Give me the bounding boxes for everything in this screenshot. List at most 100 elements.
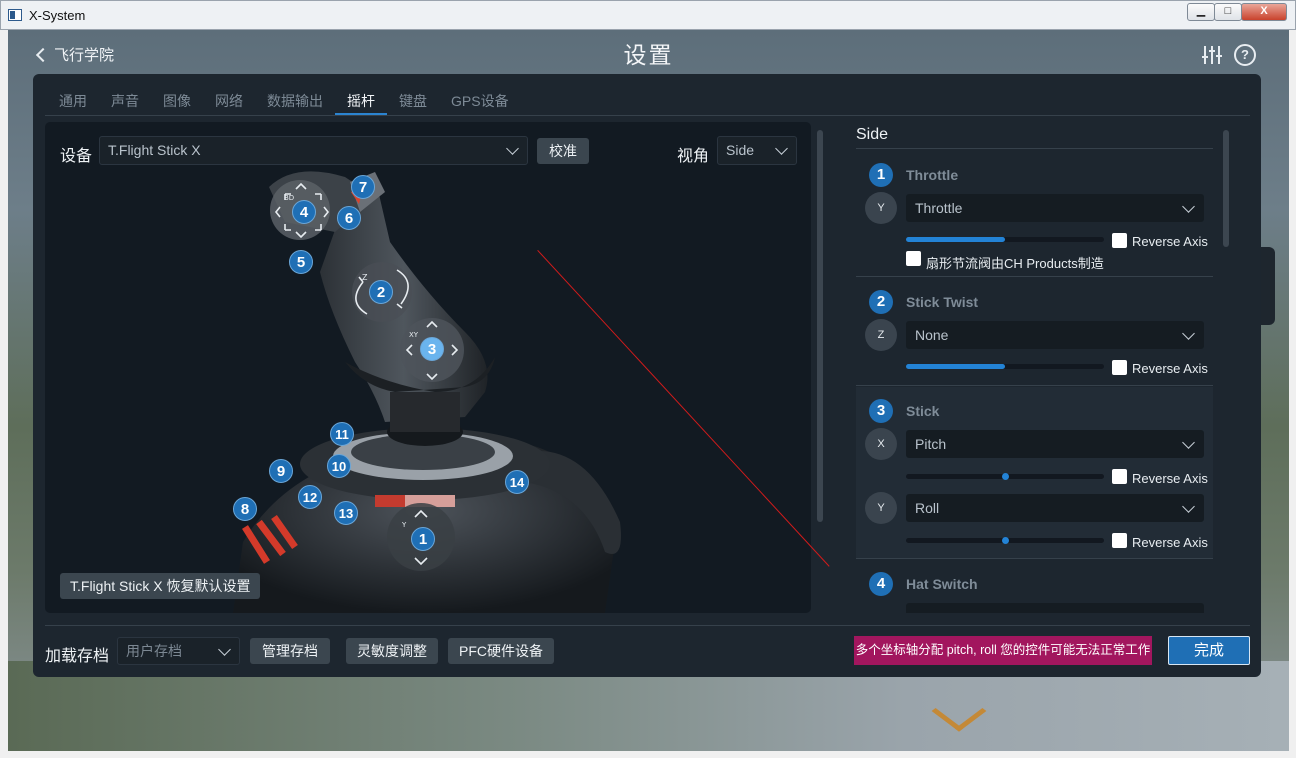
control-badge-6[interactable]: 6 [337,206,361,230]
twist-reverse-label: Reverse Axis [1132,361,1208,376]
stick-title: Stick [906,403,940,419]
tab-gps[interactable]: GPS设备 [439,91,521,116]
hat-select[interactable] [906,603,1204,613]
twist-select-value: None [915,327,949,343]
throttle-reverse-label: Reverse Axis [1132,234,1208,249]
twist-axis-icon: Z [865,319,897,351]
axis-panel-title: Side [856,126,889,143]
roll-select[interactable]: Roll [906,494,1204,522]
save-select-value: 用户存档 [126,643,182,659]
hat-title: Hat Switch [906,576,978,592]
warning-banner: 多个坐标轴分配 pitch, roll 您的控件可能无法正常工作 [854,636,1152,665]
control-badge-9[interactable]: 9 [269,459,293,483]
throttle-axis-glyph: Y [877,202,885,214]
control-badge-7[interactable]: 7 [351,175,375,199]
control-badge-11[interactable]: 11 [330,422,354,446]
control-badge-3[interactable]: 3 [420,337,444,361]
manage-saves-button[interactable]: 管理存档 [250,638,330,664]
hat-number: 4 [869,572,893,596]
pitch-select[interactable]: Pitch [906,430,1204,458]
roll-axis-indicator [1002,537,1009,544]
pitch-reverse-checkbox[interactable] [1112,469,1127,484]
control-badge-8[interactable]: 8 [233,497,257,521]
control-badge-5[interactable]: 5 [289,250,313,274]
page-title: 设置 [623,42,674,68]
control-badge-10[interactable]: 10 [327,454,351,478]
maximize-button[interactable]: □ [1214,3,1242,21]
tab-data-output[interactable]: 数据输出 [255,91,335,116]
header: 飞行学院 设置 ? [8,30,1289,74]
throttle-select[interactable]: Throttle [906,194,1204,222]
bd-glyph: BD [284,194,294,202]
chevron-down-icon [218,643,231,656]
side-panel-tab[interactable] [1261,247,1275,325]
stick-card: 3 Stick X Pitch Reverse Axis Y Roll Reve… [856,387,1213,559]
throttle-axis-fill [906,237,1005,242]
done-button[interactable]: 完成 [1168,636,1250,665]
tab-general[interactable]: 通用 [47,91,99,116]
tab-keyboard[interactable]: 键盘 [387,91,439,116]
tab-network[interactable]: 网络 [203,91,255,116]
twist-axis-glyph: Z [877,329,885,341]
roll-axis-icon: Y [865,492,897,524]
twist-number: 2 [869,290,893,314]
settings-panel: 通用 声音 图像 网络 数据输出 摇杆 键盘 GPS设备 设备 T.Flight… [33,74,1261,677]
window-title: X-System [29,8,86,23]
twist-select[interactable]: None [906,321,1204,349]
chevron-down-icon [1182,436,1195,449]
pitch-axis-bar [906,473,1104,480]
roll-reverse-checkbox[interactable] [1112,533,1127,548]
tab-joystick[interactable]: 摇杆 [335,91,387,116]
roll-select-value: Roll [915,500,940,516]
tab-sound[interactable]: 声音 [99,91,151,116]
viewer-scrollbar[interactable] [817,130,823,522]
axis-panel: Side 1 Throttle Y Throttle Reverse Axis [856,122,1219,613]
throttle-select-value: Throttle [915,200,963,216]
throttle-axis-bar [906,237,1104,242]
roll-axis-bar [906,537,1104,544]
axis-panel-scrollbar[interactable] [1223,130,1229,247]
close-button[interactable]: X [1241,3,1287,21]
pfc-hardware-button[interactable]: PFC硬件设备 [448,638,554,664]
twist-title: Stick Twist [906,294,979,310]
tab-bar: 通用 声音 图像 网络 数据输出 摇杆 键盘 GPS设备 [47,91,521,116]
tab-divider [45,115,1250,116]
app-root: 飞行学院 设置 ? 通用 声音 图像 网络 数据输出 摇杆 键盘 GPS设备 设… [8,30,1289,751]
control-badge-4[interactable]: 4 [292,200,316,224]
ch-products-checkbox[interactable] [906,251,921,266]
app-icon [8,9,22,21]
sliders-icon[interactable] [1201,44,1223,66]
chevron-down-icon [1182,327,1195,340]
hat-card: 4 Hat Switch [856,560,1213,613]
twist-axis-fill [906,364,1005,369]
control-badge-1[interactable]: 1 [411,527,435,551]
restore-defaults-button[interactable]: T.Flight Stick X 恢复默认设置 [60,573,261,599]
minimize-button[interactable]: ▁ [1187,3,1215,21]
control-badge-13[interactable]: 13 [334,501,358,525]
control-badge-2[interactable]: 2 [369,280,393,304]
save-select[interactable]: 用户存档 [117,637,240,665]
pitch-axis-indicator [1002,473,1009,480]
throttle-axis-icon: Y [865,192,897,224]
throttle-title: Throttle [906,167,959,183]
sensitivity-button[interactable]: 灵敏度调整 [346,638,438,664]
pitch-axis-icon: X [865,428,897,460]
twist-axis-bar [906,364,1104,369]
tab-graphics[interactable]: 图像 [151,91,203,116]
help-icon[interactable]: ? [1234,44,1256,66]
pitch-reverse-label: Reverse Axis [1132,471,1208,486]
joystick-viewer: 设备 T.Flight Stick X 校准 视角 Side BD Z XY Y… [45,122,811,613]
throttle-number: 1 [869,163,893,187]
twist-reverse-checkbox[interactable] [1112,360,1127,375]
y-glyph: Y [401,521,407,529]
stick-number: 3 [869,399,893,423]
chevron-down-icon [1182,500,1195,513]
save-label: 加载存档 [45,648,110,665]
control-badge-14[interactable]: 14 [505,470,529,494]
window-titlebar: X-System ▁ □ X [0,0,1296,30]
ch-products-label: 扇形节流阀由CH Products制造 [926,256,1104,271]
control-badge-12[interactable]: 12 [298,485,322,509]
pitch-axis-glyph: X [877,438,885,450]
throttle-reverse-checkbox[interactable] [1112,233,1127,248]
xy-glyph: XY [409,331,419,339]
